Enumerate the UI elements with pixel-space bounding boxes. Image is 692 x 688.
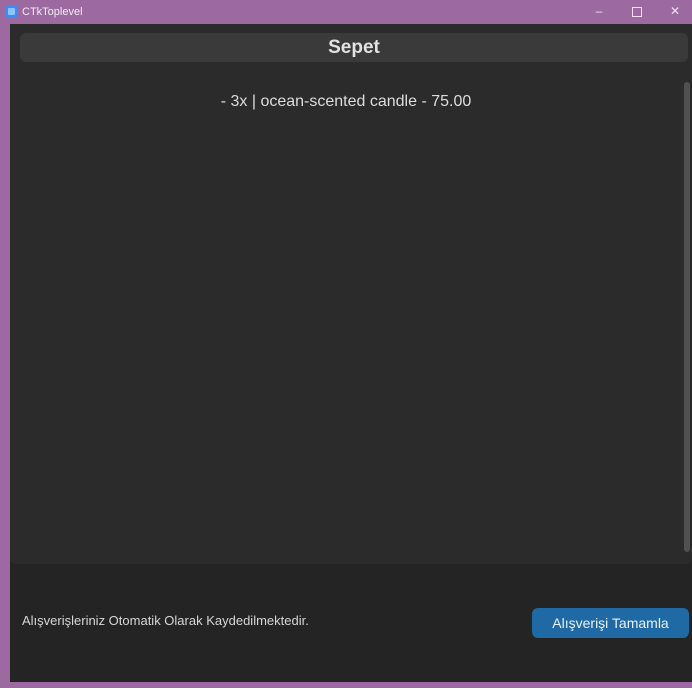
maximize-icon[interactable] [620, 0, 654, 24]
complete-purchase-button[interactable]: Alışverişi Tamamla [532, 608, 689, 638]
cart-scroll-frame[interactable]: Sepet - 3x | ocean-scented candle - 75.0… [10, 24, 692, 564]
cart-header: Sepet [20, 33, 688, 62]
window-title: CTkToplevel [22, 6, 83, 18]
autosave-note: Alışverişleriniz Otomatik Olarak Kaydedi… [22, 613, 309, 628]
window-bottom-border [0, 682, 692, 688]
app-icon [5, 5, 18, 18]
app-window: CTkToplevel – ✕ Sepet - 3x | ocean-scent… [0, 0, 692, 688]
scrollbar-thumb[interactable] [684, 82, 690, 552]
scrollbar[interactable] [682, 82, 692, 552]
title-bar[interactable]: CTkToplevel – ✕ [0, 0, 692, 24]
page-title: Sepet [328, 37, 380, 58]
window-content: Sepet - 3x | ocean-scented candle - 75.0… [10, 24, 692, 682]
cart-list-item: - 3x | ocean-scented candle - 75.00 [220, 93, 472, 110]
minimize-icon[interactable]: – [582, 0, 616, 24]
close-icon[interactable]: ✕ [658, 0, 692, 24]
